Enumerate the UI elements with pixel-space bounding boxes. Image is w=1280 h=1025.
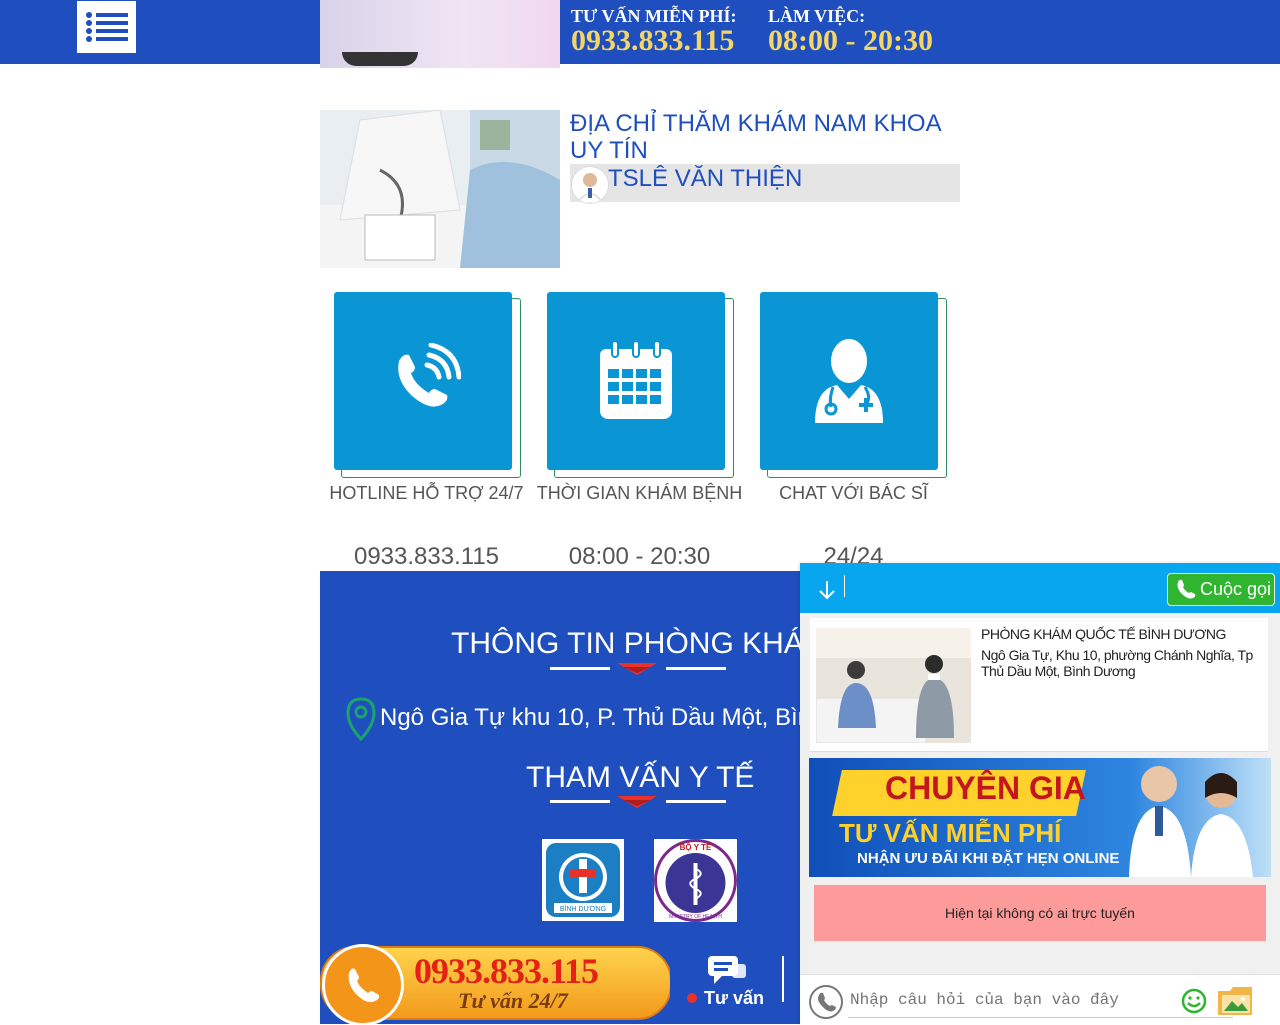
- svg-text:BÌNH DƯƠNG: BÌNH DƯƠNG: [560, 904, 606, 913]
- banner-chat-label: Tư vấn: [704, 988, 765, 1008]
- promo-line-1: CHUYÊN GIA: [885, 770, 1086, 806]
- image-upload-icon[interactable]: [1216, 983, 1254, 1017]
- menu-button[interactable]: [77, 1, 136, 53]
- calendar-icon: [600, 340, 672, 419]
- divider-left: [550, 800, 610, 803]
- svg-text:MINISTRY OF HEALTH: MINISTRY OF HEALTH: [669, 914, 722, 920]
- promo-line-2: TƯ VẤN MIỄN PHÍ: [839, 818, 1062, 848]
- doctors-illustration: [1129, 766, 1253, 877]
- chat-doctor-label: CHAT VỚI BÁC SĨ: [779, 483, 928, 503]
- chat-message-input[interactable]: [848, 983, 1172, 1017]
- promo-banner[interactable]: CHUYÊN GIA TƯ VẤN MIỄN PHÍ NHẬN ƯU ĐÃI K…: [809, 758, 1271, 877]
- doctor-avatar-icon: [576, 173, 604, 203]
- hotline-phone-circle: [322, 944, 404, 1024]
- hotline-tile[interactable]: [334, 292, 521, 478]
- previous-article-thumbnail[interactable]: [320, 0, 560, 68]
- divider-ornament-icon: [617, 663, 657, 675]
- phone-call-icon: [398, 343, 461, 407]
- device-shape: [342, 52, 418, 66]
- hotline-label: HOTLINE HỖ TRỢ 24/7: [329, 483, 524, 503]
- banner-separator: [782, 956, 784, 1002]
- banner-subtitle: Tư vấn 24/7: [458, 988, 568, 1013]
- banner-chat-area[interactable]: Tư vấn: [670, 946, 800, 1016]
- online-status: Hiện tại không có ai trực tuyến: [814, 885, 1266, 941]
- voice-call-icon[interactable]: [809, 985, 843, 1019]
- clinic-info-title: THÔNG TIN PHÒNG KHÁM: [451, 627, 800, 660]
- schedule-label: THỜI GIAN KHÁM BỆNH: [536, 483, 743, 503]
- input-underline: [848, 1017, 1233, 1018]
- chat-widget: Cuộc gọi PHÒNG KHÁM QUỐC TẾ BÌNH DƯƠNG N…: [800, 563, 1280, 1025]
- bo-y-te-logo[interactable]: BỘ Y TẾ MINISTRY OF HEALTH: [654, 839, 737, 922]
- call-button-label: Cuộc gọi: [1200, 579, 1272, 599]
- divider-right: [666, 667, 726, 670]
- clinic-address: Ngô Gia Tự, Khu 10, phường Chánh Nghĩa, …: [981, 647, 1253, 679]
- author-avatar: [571, 166, 609, 204]
- hotline-value[interactable]: 0933.833.115: [320, 543, 533, 571]
- article-thumbnail[interactable]: [320, 110, 560, 268]
- phone-icon: [348, 968, 380, 1003]
- promo-line-3: NHẬN ƯU ĐÃI KHI ĐẶT HẸN ONLINE: [857, 850, 1120, 867]
- so-y-te-binh-duong-logo[interactable]: BÌNH DƯƠNG: [542, 839, 624, 921]
- tile-face: [334, 292, 512, 470]
- clinic-card: PHÒNG KHÁM QUỐC TẾ BÌNH DƯƠNG Ngô Gia Tự…: [810, 618, 1268, 752]
- divider-left: [550, 667, 610, 670]
- location-pin-icon: [346, 697, 376, 741]
- tile-face: [547, 292, 725, 470]
- divider-right: [666, 800, 726, 803]
- arrow-down-icon[interactable]: [818, 579, 836, 601]
- doctor-icon: [815, 339, 883, 423]
- divider-ornament-icon: [617, 796, 657, 808]
- svg-text:BỘ Y TẾ: BỘ Y TẾ: [680, 842, 712, 852]
- top-header: TƯ VẤN MIỄN PHÍ: 0933.833.115 LÀM VIỆC: …: [0, 0, 1280, 64]
- consult-phone[interactable]: 0933.833.115: [571, 24, 734, 58]
- phone-icon: [1177, 579, 1196, 598]
- chat-doctor-tile[interactable]: [760, 292, 947, 478]
- header-separator: [844, 575, 845, 597]
- chat-header: Cuộc gọi: [800, 563, 1280, 613]
- banner-phone[interactable]: 0933.833.115: [414, 950, 599, 992]
- schedule-value: 08:00 - 20:30: [568, 543, 711, 570]
- article-title[interactable]: ĐỊA CHỈ THĂM KHÁM NAM KHOA UY TÍN: [570, 110, 960, 164]
- medical-consult-title: THAM VẤN Y TẾ: [526, 761, 755, 794]
- schedule-tile[interactable]: [547, 292, 734, 478]
- online-dot-icon: [687, 993, 697, 1003]
- chat-bubble-icon: [708, 956, 746, 984]
- clinic-address: Ngô Gia Tự khu 10, P. Thủ Dầu Một, Bình …: [380, 704, 800, 731]
- tile-face: [760, 292, 938, 470]
- chat-input-row: [800, 974, 1280, 1025]
- doctor-consultation-image: [320, 110, 560, 268]
- author-name[interactable]: TSLÊ VĂN THIỆN: [608, 165, 802, 193]
- card-divider: [810, 751, 1268, 752]
- list-icon: [85, 12, 128, 42]
- clinic-photo: [816, 628, 971, 743]
- hours-value: 08:00 - 20:30: [768, 24, 933, 57]
- emoji-icon[interactable]: [1180, 987, 1208, 1015]
- hotline-banner[interactable]: 0933.833.115 Tư vấn 24/7 Tư vấn: [320, 942, 800, 1024]
- clinic-name: PHÒNG KHÁM QUỐC TẾ BÌNH DƯƠNG: [981, 626, 1226, 642]
- call-button[interactable]: Cuộc gọi: [1167, 573, 1275, 606]
